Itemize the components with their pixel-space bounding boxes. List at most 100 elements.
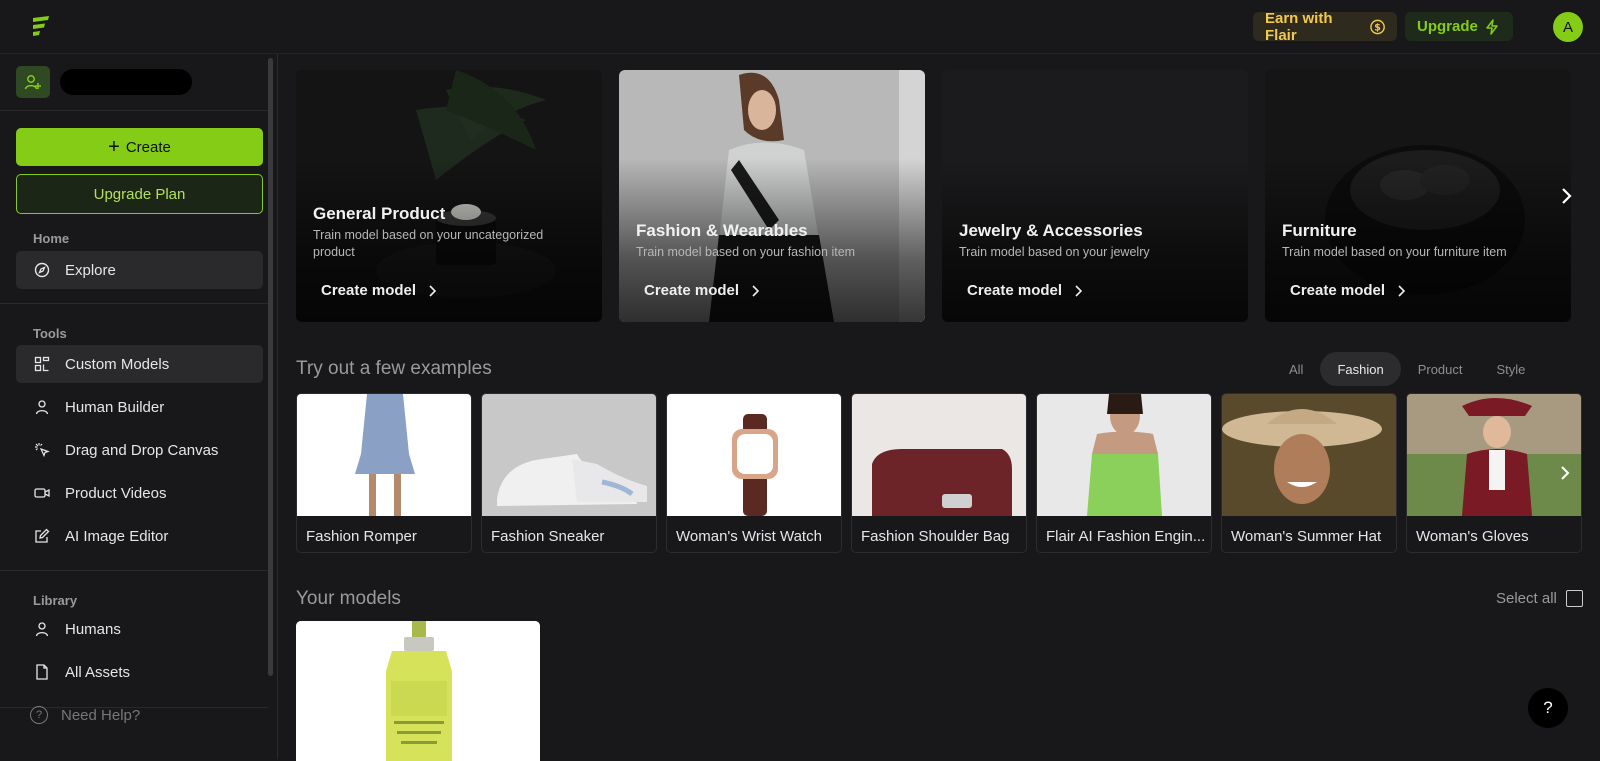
sidebar-item-label: Explore: [65, 261, 116, 279]
shoulder-bag-image: [852, 394, 1026, 516]
sidebar-item-all-assets[interactable]: All Assets: [16, 653, 263, 691]
example-card[interactable]: Woman's Wrist Watch: [666, 393, 842, 553]
sidebar-item-label: AI Image Editor: [65, 527, 169, 545]
video-camera-icon: [34, 485, 50, 501]
card-description: Train model based on your uncategorized …: [313, 228, 544, 259]
sidebar-item-label: Humans: [65, 620, 121, 638]
sidebar-item-ai-image-editor[interactable]: AI Image Editor: [16, 517, 263, 555]
sidebar-item-explore[interactable]: Explore: [16, 251, 263, 289]
need-help-label: Need Help?: [61, 706, 141, 724]
models-section-title: Your models: [296, 588, 401, 609]
sneaker-image: [482, 394, 656, 516]
filter-style[interactable]: Style: [1480, 352, 1543, 386]
create-model-link[interactable]: Create model: [1290, 282, 1406, 299]
sidebar-item-custom-models[interactable]: Custom Models: [16, 345, 263, 383]
sidebar-item-label: Custom Models: [65, 355, 170, 373]
section-home: Home: [33, 231, 70, 246]
filter-all[interactable]: All: [1272, 352, 1320, 386]
carousel-next-chevron-icon[interactable]: [1560, 187, 1572, 205]
category-card-furniture[interactable]: Furniture Train model based on your furn…: [1265, 70, 1571, 322]
create-model-link[interactable]: Create model: [321, 282, 437, 299]
example-card[interactable]: Woman's Gloves: [1406, 393, 1582, 553]
create-label: Create: [125, 138, 171, 156]
cursor-click-icon: [34, 442, 50, 458]
sidebar-item-label: All Assets: [65, 663, 131, 681]
sidebar-item-product-videos[interactable]: Product Videos: [16, 474, 263, 512]
svg-text:$: $: [1374, 22, 1381, 33]
user-avatar[interactable]: A: [1553, 12, 1583, 42]
filter-fashion[interactable]: Fashion: [1320, 352, 1401, 386]
filter-product[interactable]: Product: [1401, 352, 1480, 386]
upgrade-button[interactable]: Upgrade: [1405, 12, 1513, 41]
plus-icon: +: [108, 136, 120, 158]
section-library: Library: [33, 593, 78, 608]
user-row[interactable]: [16, 66, 192, 98]
create-model-link[interactable]: Create model: [967, 282, 1083, 299]
help-fab-button[interactable]: ?: [1528, 688, 1568, 728]
summer-hat-image: [1222, 394, 1396, 516]
example-filters: All Fashion Product Style: [1272, 352, 1542, 386]
example-label: Fashion Romper: [306, 528, 417, 545]
sidebar-item-label: Drag and Drop Canvas: [65, 441, 219, 459]
create-model-label: Create model: [644, 282, 740, 299]
category-card-general-product[interactable]: General Product Train model based on you…: [296, 70, 602, 322]
example-card[interactable]: Fashion Sneaker: [481, 393, 657, 553]
example-label: Fashion Sneaker: [491, 528, 605, 545]
card-title: Jewelry & Accessories: [959, 221, 1143, 240]
category-card-fashion-wearables[interactable]: Fashion & Wearables Train model based on…: [619, 70, 925, 322]
card-description: Train model based on your furniture item: [1282, 245, 1507, 259]
help-fab-label: ?: [1543, 698, 1553, 717]
example-card[interactable]: Fashion Shoulder Bag: [851, 393, 1027, 553]
example-label: Woman's Gloves: [1416, 528, 1529, 545]
card-title: General Product: [313, 204, 446, 223]
example-card[interactable]: Flair AI Fashion Engin...: [1036, 393, 1212, 553]
wrist-watch-image: [667, 394, 841, 516]
chevron-right-icon: [752, 284, 760, 297]
romper-image: [297, 394, 471, 516]
model-card[interactable]: [296, 621, 540, 761]
sidebar-item-humans[interactable]: Humans: [16, 610, 263, 648]
flair-logo-icon[interactable]: [30, 14, 52, 38]
sidebar-item-human-builder[interactable]: Human Builder: [16, 388, 263, 426]
add-user-icon[interactable]: [16, 66, 50, 98]
sidebar-item-label: Product Videos: [65, 484, 167, 502]
redacted-username: [60, 69, 192, 95]
divider: [0, 570, 268, 571]
example-card[interactable]: Fashion Romper: [296, 393, 472, 553]
sidebar: + Create Upgrade Plan Home Explore Tools…: [0, 54, 278, 759]
example-label: Woman's Summer Hat: [1231, 528, 1382, 545]
sidebar-item-label: Human Builder: [65, 398, 165, 416]
create-model-label: Create model: [321, 282, 417, 299]
divider: [0, 110, 268, 111]
card-description: Train model based on your fashion item: [636, 245, 856, 259]
select-all-control[interactable]: Select all: [1496, 590, 1583, 607]
example-label: Woman's Wrist Watch: [676, 528, 822, 545]
gloves-image: [1407, 394, 1581, 516]
category-card-jewelry-accessories[interactable]: Jewelry & Accessories Train model based …: [942, 70, 1248, 322]
create-model-link[interactable]: Create model: [644, 282, 760, 299]
upgrade-plan-label: Upgrade Plan: [93, 185, 186, 203]
create-button[interactable]: + Create: [16, 128, 263, 166]
sidebar-scrollbar[interactable]: [268, 58, 273, 676]
example-card[interactable]: Woman's Summer Hat: [1221, 393, 1397, 553]
examples-next-chevron-icon[interactable]: [1560, 465, 1570, 481]
custom-models-icon: [34, 356, 50, 372]
need-help-link[interactable]: ? Need Help?: [30, 706, 140, 724]
upgrade-plan-button[interactable]: Upgrade Plan: [16, 174, 263, 214]
upgrade-label: Upgrade: [1417, 18, 1478, 35]
card-title: Fashion & Wearables: [636, 221, 808, 240]
file-icon: [34, 664, 50, 680]
section-tools: Tools: [33, 326, 67, 341]
question-circle-icon: ?: [30, 706, 48, 724]
select-all-checkbox[interactable]: [1565, 590, 1583, 607]
earn-with-flair-button[interactable]: Earn with Flair $: [1253, 10, 1397, 44]
avatar-initial: A: [1562, 18, 1573, 36]
fashion-engine-image: [1037, 394, 1211, 516]
sidebar-item-drag-drop-canvas[interactable]: Drag and Drop Canvas: [16, 431, 263, 469]
select-all-label: Select all: [1496, 590, 1557, 607]
card-description: Train model based on your jewelry: [959, 245, 1150, 259]
lotion-bottle-image: [296, 621, 540, 761]
dollar-coin-icon: $: [1370, 19, 1385, 34]
create-model-label: Create model: [1290, 282, 1386, 299]
example-label: Fashion Shoulder Bag: [861, 528, 1010, 545]
